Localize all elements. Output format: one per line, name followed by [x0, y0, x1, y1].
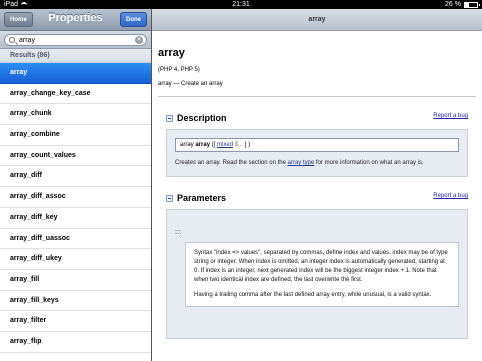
result-item[interactable]: array_count_values	[0, 146, 151, 167]
syntax-open: ([	[211, 142, 216, 148]
function-title: array	[158, 47, 185, 59]
param-name: $...	[234, 142, 244, 148]
return-type: array	[180, 142, 194, 148]
search-icon	[9, 37, 15, 43]
syntax-close: ] )	[244, 142, 251, 148]
result-item[interactable]: array_diff_assoc	[0, 187, 151, 208]
result-item[interactable]: array_diff_key	[0, 208, 151, 229]
parameter-note-2: Having a trailing comma after the last d…	[194, 292, 432, 298]
parameters-header: Parameters Report a bug	[158, 191, 476, 209]
battery-icon	[464, 1, 480, 8]
parameters-title: Parameters	[177, 193, 227, 203]
search-input[interactable]	[19, 35, 129, 45]
method-name: array	[195, 142, 211, 148]
search-bar: ✕	[0, 31, 151, 49]
clear-icon[interactable]: ✕	[135, 36, 143, 44]
parameters-section: Parameters Report a bug ... Syntax "inde…	[158, 191, 476, 339]
report-bug-link[interactable]: Report a bug	[433, 113, 468, 119]
function-purpose: array — Create an array	[158, 81, 476, 97]
done-button[interactable]: Done	[120, 12, 147, 27]
description-title: Description	[177, 113, 227, 123]
results-list: array array_change_key_case array_chunk …	[0, 63, 151, 353]
right-navbar: array	[152, 9, 482, 31]
function-version: (PHP 4, PHP 5)	[158, 67, 200, 73]
parameter-note-1: Syntax "index => values", separated by c…	[194, 250, 448, 283]
right-nav-title: array	[308, 16, 326, 23]
parameter-description: Syntax "index => values", separated by c…	[185, 242, 459, 307]
report-bug-link[interactable]: Report a bug	[433, 193, 468, 199]
description-header: Description Report a bug	[158, 111, 476, 129]
detail-pane: array array (PHP 4, PHP 5) array — Creat…	[152, 9, 482, 361]
results-header: Results (86)	[0, 49, 151, 63]
result-item[interactable]: array_chunk	[0, 104, 151, 126]
description-text-before: Creates an array. Read the section on th…	[175, 160, 286, 166]
result-item[interactable]: array_diff	[0, 166, 151, 188]
result-item[interactable]: array_flip	[0, 332, 151, 353]
description-box: array array ([ mixed $... ] ) Creates an…	[166, 129, 468, 177]
description-text-after: for more information on what an array is…	[315, 160, 424, 166]
result-item[interactable]: array_fill_keys	[0, 291, 151, 312]
detail-content: array (PHP 4, PHP 5) array — Create an a…	[152, 47, 482, 339]
result-item[interactable]: array_combine	[0, 125, 151, 146]
array-type-link[interactable]: array type	[288, 160, 315, 166]
param-type-link[interactable]: mixed	[217, 142, 233, 148]
description-section: Description Report a bug array array ([ …	[158, 111, 476, 177]
search-box[interactable]: ✕	[4, 34, 147, 46]
results-popover: Home Properties Done ✕ Results (86) arra…	[0, 9, 151, 361]
status-time: 21:31	[232, 1, 250, 8]
battery-percent: 26 %	[445, 1, 461, 8]
collapse-icon[interactable]	[166, 115, 173, 122]
result-item[interactable]: array_change_key_case	[0, 84, 151, 105]
syntax-signature: array array ([ mixed $... ] )	[175, 138, 459, 152]
left-navbar: Home Properties Done	[0, 9, 151, 31]
status-right: 26 %	[445, 0, 480, 9]
description-text: Creates an array. Read the section on th…	[175, 159, 459, 168]
parameters-box: ... Syntax "index => values", separated …	[166, 209, 468, 339]
result-item[interactable]: array_fill	[0, 270, 151, 291]
collapse-icon[interactable]	[166, 195, 173, 202]
parameter-term: ...	[175, 226, 181, 234]
result-item-selected[interactable]: array	[0, 63, 151, 84]
result-item[interactable]: array_filter	[0, 311, 151, 332]
result-item[interactable]: array_diff_ukey	[0, 249, 151, 270]
status-bar: iPad 21:31 26 %	[0, 0, 482, 9]
result-item[interactable]: array_diff_uassoc	[0, 229, 151, 250]
